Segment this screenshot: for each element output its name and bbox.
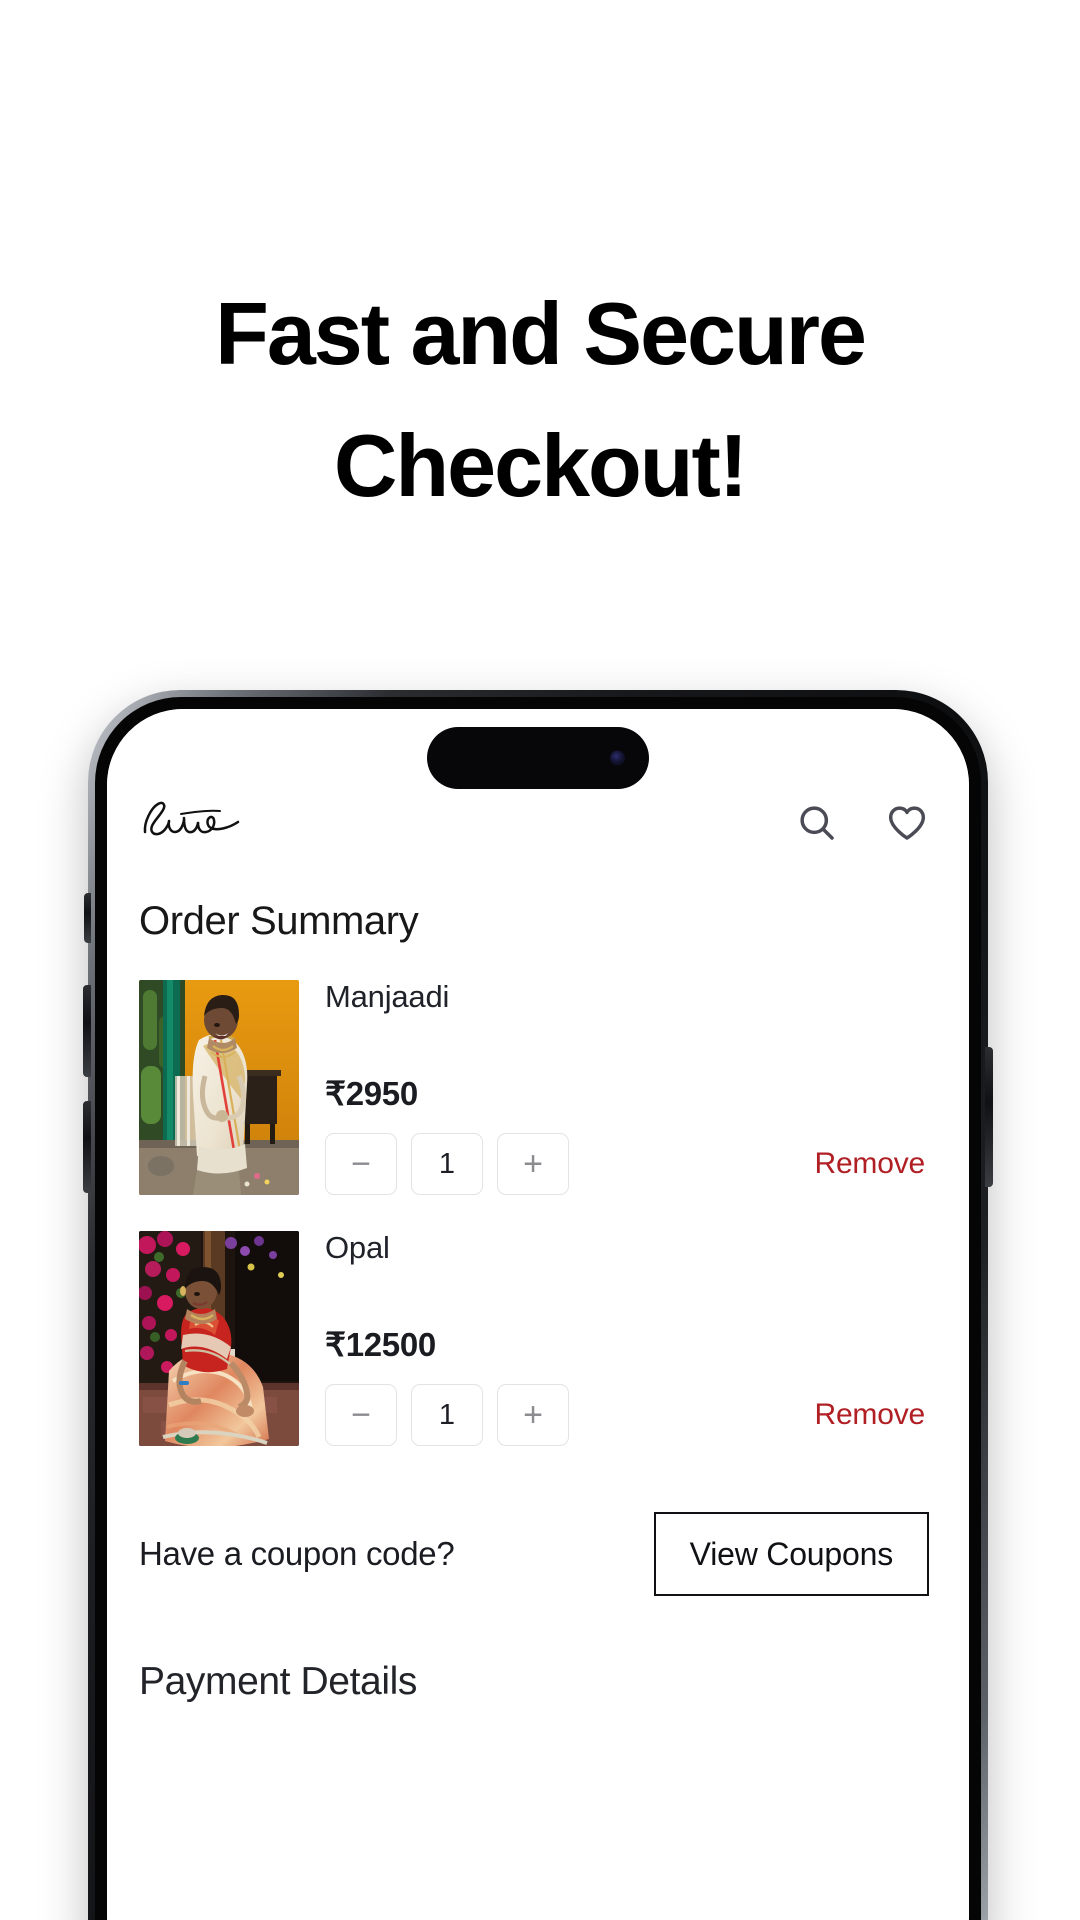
cart-item-row: Opal ₹12500 − 1 + Remove: [139, 1230, 937, 1446]
product-name: Opal: [325, 1230, 390, 1265]
quantity-value[interactable]: 1: [411, 1384, 483, 1446]
product-thumbnail[interactable]: [139, 980, 299, 1195]
phone-screen: Order Summary Manjaadi ₹2950 − 1 + Remov…: [107, 709, 969, 1920]
product-price: ₹12500: [325, 1326, 436, 1363]
cart-item-details: Opal ₹12500 − 1 + Remove: [325, 1230, 937, 1446]
shopping-cart-app: Order Summary Manjaadi ₹2950 − 1 + Remov…: [107, 709, 969, 1920]
phone-volume-down-button: [83, 1101, 91, 1193]
phone-mockup: Order Summary Manjaadi ₹2950 − 1 + Remov…: [83, 690, 993, 1920]
promo-page: Fast and Secure Checkout! Order Summary …: [0, 0, 1080, 1920]
quantity-value[interactable]: 1: [411, 1133, 483, 1195]
decrement-quantity-button[interactable]: −: [325, 1133, 397, 1195]
increment-quantity-button[interactable]: +: [497, 1384, 569, 1446]
page-title: Fast and Secure Checkout!: [0, 268, 1080, 532]
search-icon[interactable]: [795, 801, 839, 845]
headline-line-1: Fast and Secure: [215, 284, 867, 383]
coupon-row: Have a coupon code? View Coupons: [139, 1512, 937, 1596]
cart-item-details: Manjaadi ₹2950 − 1 + Remove: [325, 979, 937, 1195]
quantity-stepper: − 1 +: [325, 1384, 569, 1446]
payment-details-title: Payment Details: [139, 1660, 417, 1703]
suta-logo-icon: [143, 801, 240, 836]
view-coupons-button[interactable]: View Coupons: [653, 1512, 929, 1596]
order-summary-title: Order Summary: [139, 899, 419, 943]
front-camera-icon: [610, 750, 625, 766]
cart-item-row: Manjaadi ₹2950 − 1 + Remove: [139, 979, 937, 1195]
increment-quantity-button[interactable]: +: [497, 1133, 569, 1195]
product-price: ₹2950: [325, 1075, 418, 1112]
quantity-stepper: − 1 +: [325, 1133, 569, 1195]
dynamic-island: [427, 727, 649, 789]
header-icon-group: [795, 801, 937, 845]
product-image-opal: [139, 1231, 299, 1446]
coupon-prompt-label: Have a coupon code?: [139, 1535, 455, 1572]
decrement-quantity-button[interactable]: −: [325, 1384, 397, 1446]
remove-item-link[interactable]: Remove: [814, 1398, 937, 1432]
headline-line-2: Checkout!: [333, 416, 748, 515]
brand-logo[interactable]: [139, 791, 249, 845]
phone-power-button: [985, 1047, 993, 1187]
heart-icon[interactable]: [885, 801, 929, 845]
phone-mute-switch: [84, 893, 91, 943]
remove-item-link[interactable]: Remove: [814, 1147, 937, 1181]
cart-item-actions: − 1 + Remove: [325, 1133, 937, 1195]
product-image-manjaadi: [139, 980, 299, 1195]
cart-item-actions: − 1 + Remove: [325, 1384, 937, 1446]
phone-volume-up-button: [83, 985, 91, 1077]
product-thumbnail[interactable]: [139, 1231, 299, 1446]
phone-bezel: Order Summary Manjaadi ₹2950 − 1 + Remov…: [83, 697, 993, 1920]
product-name: Manjaadi: [325, 979, 450, 1014]
